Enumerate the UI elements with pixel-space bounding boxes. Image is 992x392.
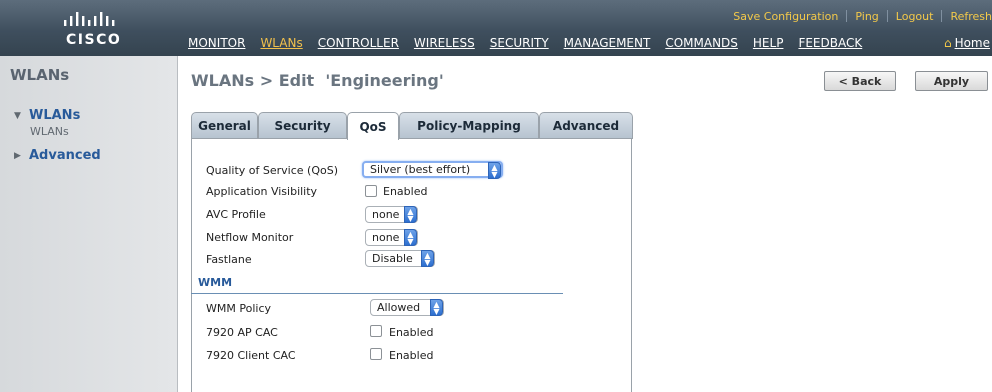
- save-configuration-link[interactable]: Save Configuration: [725, 10, 846, 23]
- select-arrows-icon: ▲ ▼: [430, 299, 443, 316]
- sidebar-group-label: WLANs: [29, 108, 81, 123]
- tab-policy-mapping[interactable]: Policy-Mapping: [399, 112, 539, 139]
- netflow-select-value: none: [372, 231, 400, 244]
- tab-general[interactable]: General: [191, 112, 258, 139]
- qos-select-value: Silver (best effort): [370, 163, 471, 176]
- main-nav: MONITOR WLANs CONTROLLER WIRELESS SECURI…: [188, 36, 877, 50]
- select-arrows-icon: ▲ ▼: [488, 162, 501, 179]
- collapsed-arrow-icon: ▶: [14, 150, 21, 161]
- tab-advanced[interactable]: Advanced: [539, 112, 633, 139]
- select-arrows-icon: ▲ ▼: [404, 206, 417, 223]
- sidebar-group-advanced[interactable]: ▶ Advanced: [14, 148, 101, 163]
- cisco-logo[interactable]: CISCO: [60, 10, 140, 50]
- ping-link[interactable]: Ping: [847, 10, 886, 23]
- select-arrows-icon: ▲ ▼: [421, 250, 434, 267]
- ap-cac-checkbox-label: Enabled: [389, 326, 434, 339]
- netflow-label: Netflow Monitor: [206, 231, 294, 244]
- top-header: CISCO Save Configuration Ping Logout Ref…: [0, 0, 992, 56]
- logo-text: CISCO: [66, 32, 122, 48]
- fastlane-label: Fastlane: [206, 253, 252, 266]
- qos-select[interactable]: Silver (best effort) ▲ ▼: [362, 161, 503, 179]
- avc-profile-select-value: none: [372, 208, 400, 221]
- client-cac-label: 7920 Client CAC: [206, 349, 296, 362]
- page-title: WLANs > Edit 'Engineering': [191, 71, 444, 90]
- nav-monitor[interactable]: MONITOR: [188, 36, 245, 50]
- ap-cac-label: 7920 AP CAC: [206, 326, 278, 339]
- back-button[interactable]: < Back: [824, 71, 896, 91]
- wmm-divider: [191, 293, 563, 294]
- tab-security[interactable]: Security: [258, 112, 347, 139]
- refresh-link[interactable]: Refresh: [942, 10, 992, 23]
- tab-qos[interactable]: QoS: [347, 112, 399, 140]
- expanded-arrow-icon: ▼: [14, 110, 21, 121]
- avc-profile-select[interactable]: none ▲ ▼: [365, 206, 418, 223]
- sidebar-item-wlans[interactable]: WLANs: [30, 125, 69, 138]
- sidebar-title: WLANs: [10, 66, 70, 84]
- nav-management[interactable]: MANAGEMENT: [564, 36, 651, 50]
- netflow-select[interactable]: none ▲ ▼: [365, 229, 418, 246]
- select-arrows-icon: ▲ ▼: [404, 229, 417, 246]
- fastlane-select[interactable]: Disable ▲ ▼: [365, 250, 435, 267]
- wmm-policy-label: WMM Policy: [206, 302, 271, 315]
- nav-commands[interactable]: COMMANDS: [665, 36, 738, 50]
- wmm-section-title: WMM: [198, 276, 233, 289]
- qos-label: Quality of Service (QoS): [206, 164, 339, 177]
- wmm-policy-select[interactable]: Allowed ▲ ▼: [370, 299, 444, 316]
- avc-profile-label: AVC Profile: [206, 208, 266, 221]
- sidebar-group-label: Advanced: [29, 148, 101, 163]
- apply-button[interactable]: Apply: [915, 71, 988, 91]
- fastlane-select-value: Disable: [372, 252, 413, 265]
- client-cac-checkbox[interactable]: [370, 348, 382, 360]
- logout-link[interactable]: Logout: [888, 10, 942, 23]
- app-visibility-checkbox-label: Enabled: [383, 185, 428, 198]
- nav-security[interactable]: SECURITY: [490, 36, 549, 50]
- app-visibility-checkbox[interactable]: [365, 185, 377, 197]
- nav-help[interactable]: HELP: [753, 36, 784, 50]
- home-label: Home: [954, 36, 990, 50]
- utility-links: Save Configuration Ping Logout Refresh: [725, 9, 992, 23]
- nav-wlans[interactable]: WLANs: [260, 36, 302, 50]
- client-cac-checkbox-label: Enabled: [389, 349, 434, 362]
- ap-cac-checkbox[interactable]: [370, 325, 382, 337]
- home-icon: ⌂: [943, 36, 952, 50]
- nav-controller[interactable]: CONTROLLER: [318, 36, 399, 50]
- nav-feedback[interactable]: FEEDBACK: [798, 36, 862, 50]
- sidebar: WLANs ▼ WLANs WLANs ▶ Advanced: [0, 56, 178, 392]
- cisco-logo-bars-icon: [64, 12, 115, 26]
- home-link[interactable]: ⌂ Home: [944, 36, 990, 50]
- sidebar-group-wlans[interactable]: ▼ WLANs: [14, 108, 80, 123]
- app-visibility-label: Application Visibility: [206, 185, 318, 198]
- nav-wireless[interactable]: WIRELESS: [414, 36, 475, 50]
- wmm-policy-select-value: Allowed: [377, 301, 421, 314]
